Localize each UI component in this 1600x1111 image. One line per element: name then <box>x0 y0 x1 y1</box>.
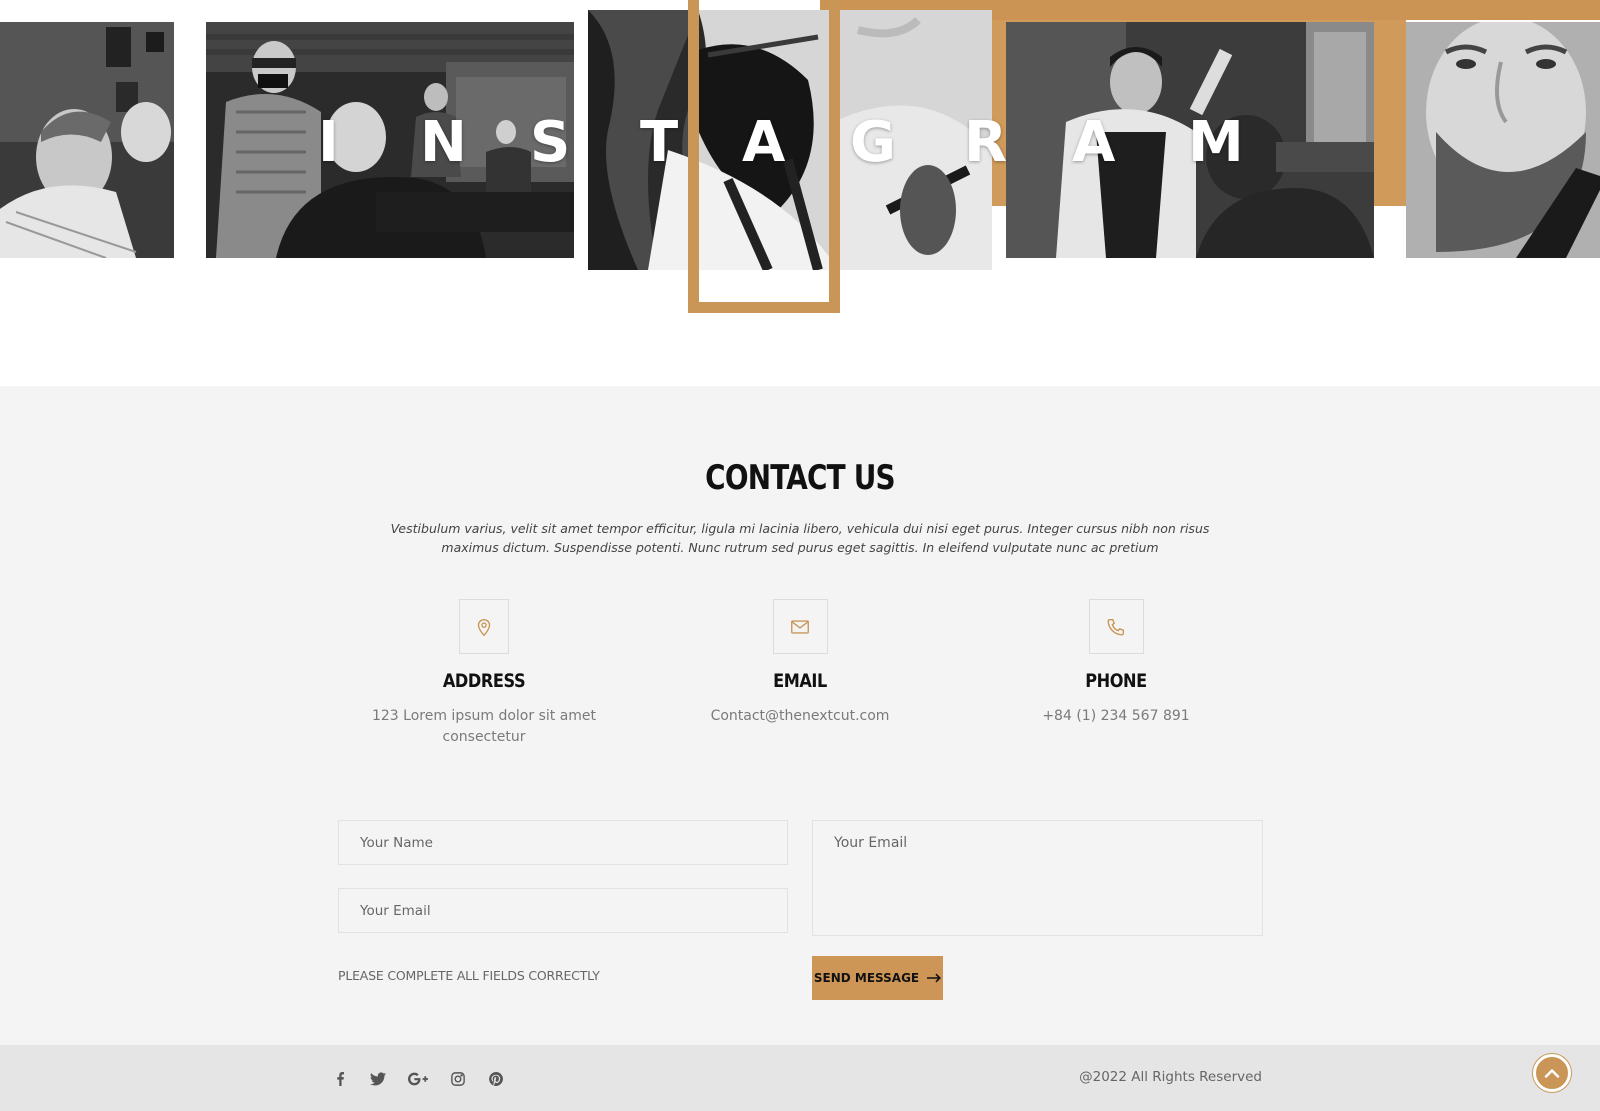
instagram-gallery: I N S T A G R A M <box>0 0 1600 386</box>
instagram-letter: N <box>420 110 467 175</box>
contact-description: Vestibulum varius, velit sit amet tempor… <box>390 521 1210 555</box>
phone-block: PHONE +84 (1) 234 567 891 <box>966 599 1266 727</box>
chevron-up-icon <box>1544 1069 1560 1078</box>
instagram-icon[interactable] <box>450 1071 466 1087</box>
instagram-letter: A <box>742 110 786 175</box>
twitter-icon[interactable] <box>370 1071 386 1087</box>
send-message-button[interactable]: SEND MESSAGE <box>812 956 943 1000</box>
contact-title: CONTACT US <box>705 458 895 498</box>
facebook-icon[interactable] <box>332 1071 348 1087</box>
social-links <box>332 1071 504 1087</box>
instagram-heading: I N S T A G R A M <box>0 108 1600 178</box>
pinterest-icon[interactable] <box>488 1071 504 1087</box>
address-block: ADDRESS 123 Lorem ipsum dolor sit amet c… <box>334 599 634 748</box>
email-title: EMAIL <box>773 670 827 692</box>
instagram-letter: S <box>530 110 571 175</box>
back-to-top-button[interactable] <box>1533 1054 1571 1092</box>
message-textarea[interactable] <box>812 820 1263 936</box>
envelope-icon <box>772 599 828 654</box>
contact-section: CONTACT US Vestibulum varius, velit sit … <box>0 386 1600 1045</box>
phone-value[interactable]: +84 (1) 234 567 891 <box>966 706 1266 727</box>
email-input[interactable] <box>338 888 788 933</box>
address-title: ADDRESS <box>442 670 526 692</box>
instagram-letter: I <box>318 110 339 175</box>
instagram-letter: A <box>1072 110 1116 175</box>
copyright-text: @2022 All Rights Reserved <box>1079 1069 1262 1085</box>
phone-icon <box>1088 599 1144 654</box>
map-pin-icon <box>459 599 509 654</box>
name-input[interactable] <box>338 820 788 865</box>
instagram-letter: R <box>964 110 1008 175</box>
form-validation-note: PLEASE COMPLETE ALL FIELDS CORRECTLY <box>338 968 600 983</box>
arrow-right-icon <box>927 973 942 983</box>
instagram-letter: G <box>850 110 896 175</box>
address-value: 123 Lorem ipsum dolor sit amet consectet… <box>371 708 597 745</box>
email-block: EMAIL Contact@thenextcut.com <box>650 599 950 727</box>
footer: @2022 All Rights Reserved <box>0 1045 1600 1111</box>
google-plus-icon[interactable] <box>408 1071 428 1087</box>
instagram-letter: T <box>640 110 679 175</box>
phone-title: PHONE <box>1085 670 1147 692</box>
instagram-letter: M <box>1188 110 1244 175</box>
email-value[interactable]: Contact@thenextcut.com <box>650 706 950 727</box>
send-message-label: SEND MESSAGE <box>813 971 920 985</box>
